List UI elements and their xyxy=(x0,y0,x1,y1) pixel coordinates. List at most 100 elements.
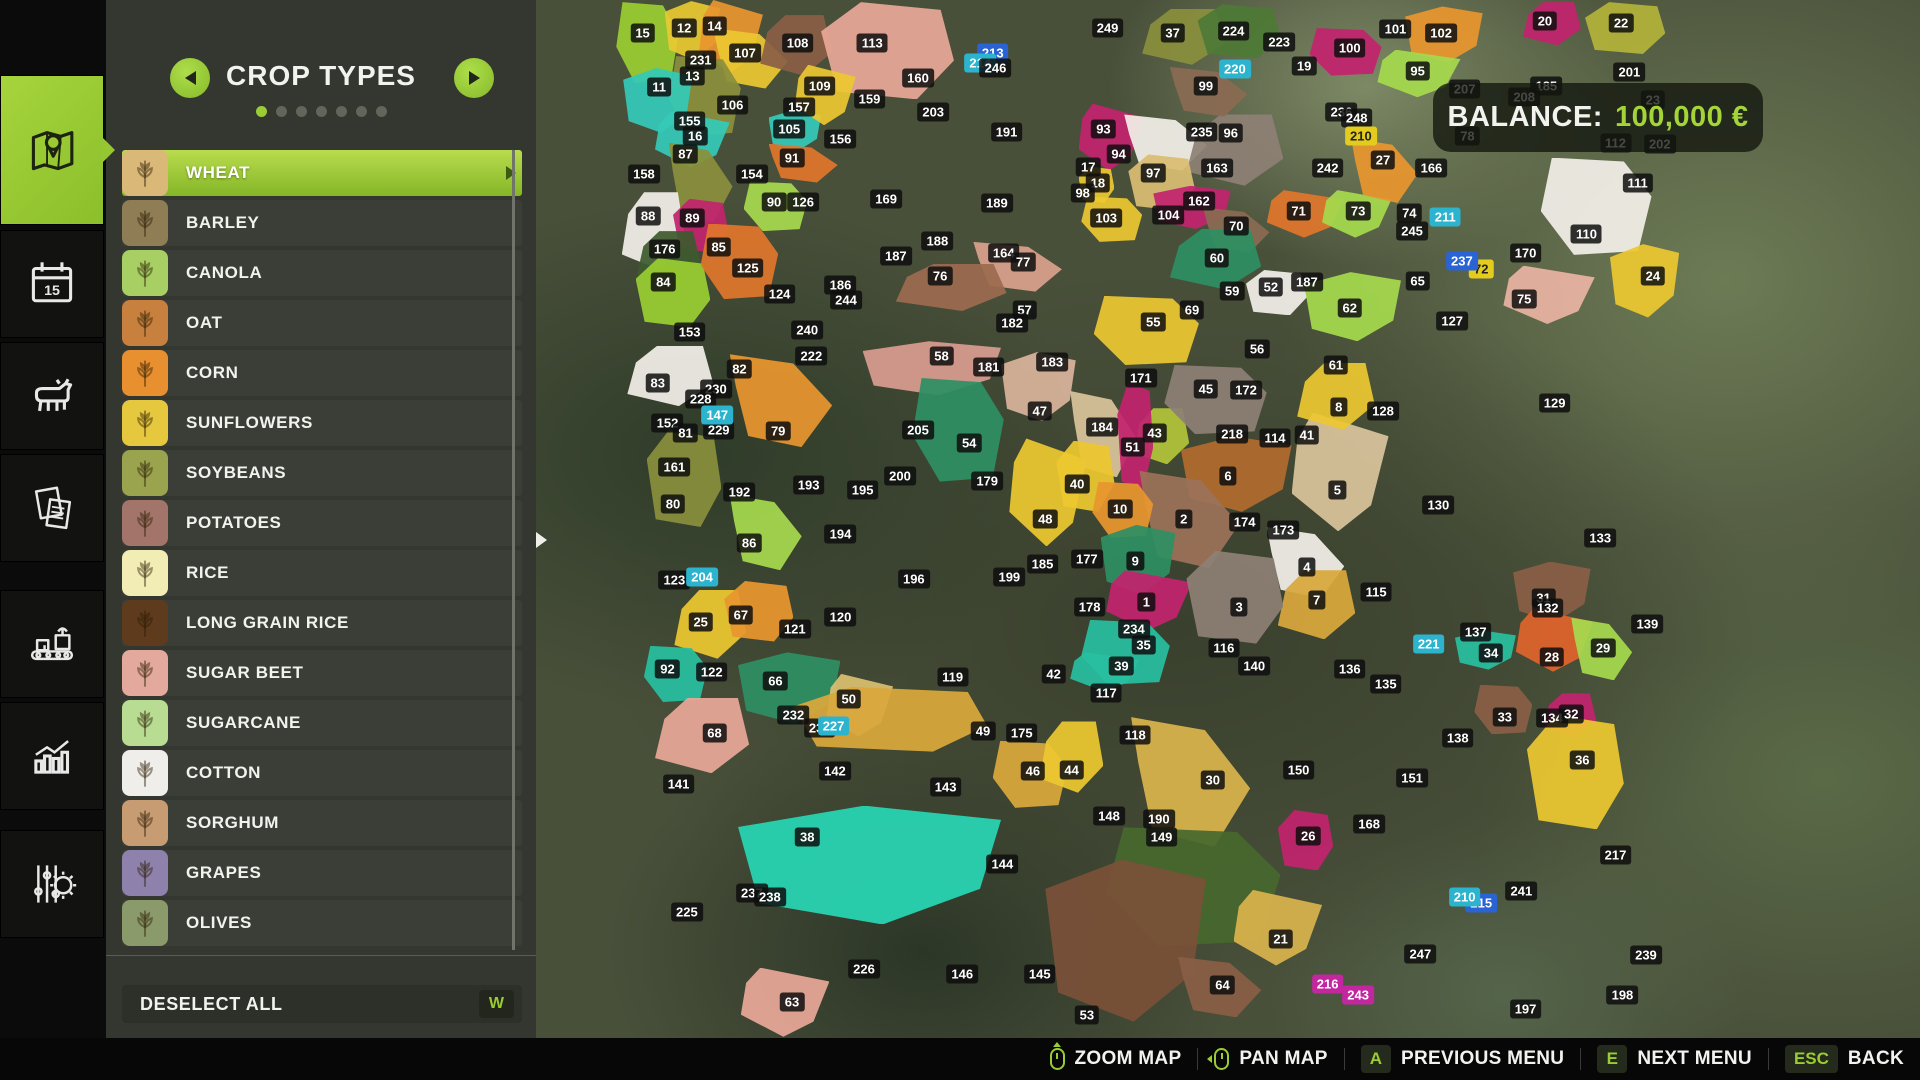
field-number-38[interactable]: 38 xyxy=(795,828,819,847)
crop-row-cotton[interactable]: COTTON xyxy=(122,750,522,796)
field-number-105[interactable]: 105 xyxy=(773,119,805,138)
field-number-184[interactable]: 184 xyxy=(1086,417,1118,436)
field-number-126[interactable]: 126 xyxy=(787,192,819,211)
field-number-158[interactable]: 158 xyxy=(628,164,660,183)
field-number-146[interactable]: 146 xyxy=(946,965,978,984)
field-number-86[interactable]: 86 xyxy=(737,534,761,553)
field-number-64[interactable]: 64 xyxy=(1210,975,1234,994)
field-number-14[interactable]: 14 xyxy=(702,16,726,35)
field-number-60[interactable]: 60 xyxy=(1205,249,1229,268)
crop-row-rice[interactable]: RICE xyxy=(122,550,522,596)
field-number-114[interactable]: 114 xyxy=(1260,429,1291,448)
field-number-106[interactable]: 106 xyxy=(717,95,749,114)
field-number-241[interactable]: 241 xyxy=(1506,882,1538,901)
field-number-99[interactable]: 99 xyxy=(1194,77,1218,96)
field-number-166[interactable]: 166 xyxy=(1416,159,1448,178)
field-number-91[interactable]: 91 xyxy=(780,148,804,167)
field-number-3[interactable]: 3 xyxy=(1230,597,1247,616)
field-number-108[interactable]: 108 xyxy=(782,34,814,53)
field-number-54[interactable]: 54 xyxy=(957,433,981,452)
crop-row-soybeans[interactable]: SOYBEANS xyxy=(122,450,522,496)
page-dot[interactable] xyxy=(376,106,387,117)
field-number-160[interactable]: 160 xyxy=(902,68,934,87)
field-number-163[interactable]: 163 xyxy=(1201,159,1233,178)
field-number-6[interactable]: 6 xyxy=(1219,467,1236,486)
page-dot[interactable] xyxy=(336,106,347,117)
page-dot[interactable] xyxy=(296,106,307,117)
field-number-59[interactable]: 59 xyxy=(1220,281,1244,300)
field-number-61[interactable]: 61 xyxy=(1324,356,1348,375)
field-number-203[interactable]: 203 xyxy=(917,103,949,122)
field-number-19[interactable]: 19 xyxy=(1292,56,1316,75)
field-number-69[interactable]: 69 xyxy=(1180,300,1204,319)
field-number-198[interactable]: 198 xyxy=(1607,985,1639,1004)
field-number-98[interactable]: 98 xyxy=(1070,184,1094,203)
field-number-1[interactable]: 1 xyxy=(1138,592,1155,611)
field-number-48[interactable]: 48 xyxy=(1033,510,1057,529)
field-number-174[interactable]: 174 xyxy=(1229,512,1261,531)
field-number-45[interactable]: 45 xyxy=(1194,379,1218,398)
page-dot[interactable] xyxy=(356,106,367,117)
page-dot[interactable] xyxy=(256,106,267,117)
field-number-5[interactable]: 5 xyxy=(1329,481,1346,500)
field-patch[interactable] xyxy=(1527,715,1624,829)
crop-row-grapes[interactable]: GRAPES xyxy=(122,850,522,896)
field-number-133[interactable]: 133 xyxy=(1584,528,1616,547)
field-number-49[interactable]: 49 xyxy=(971,722,995,741)
field-number-235[interactable]: 235 xyxy=(1186,122,1218,141)
field-number-204[interactable]: 204 xyxy=(686,567,718,586)
field-number-115[interactable]: 115 xyxy=(1361,582,1392,601)
field-number-26[interactable]: 26 xyxy=(1296,826,1320,845)
crop-row-sugarcane[interactable]: SUGARCANE xyxy=(122,700,522,746)
field-number-224[interactable]: 224 xyxy=(1218,22,1250,41)
field-number-188[interactable]: 188 xyxy=(922,231,954,250)
field-patch[interactable] xyxy=(730,495,802,571)
field-number-217[interactable]: 217 xyxy=(1600,846,1632,865)
field-number-245[interactable]: 245 xyxy=(1396,222,1428,241)
field-number-237[interactable]: 237 xyxy=(1446,252,1478,271)
field-number-51[interactable]: 51 xyxy=(1120,438,1144,457)
field-number-221[interactable]: 221 xyxy=(1413,634,1445,653)
field-number-28[interactable]: 28 xyxy=(1540,647,1564,666)
field-number-7[interactable]: 7 xyxy=(1308,591,1325,610)
field-number-226[interactable]: 226 xyxy=(848,959,880,978)
field-number-172[interactable]: 172 xyxy=(1230,380,1262,399)
field-number-144[interactable]: 144 xyxy=(987,855,1019,874)
field-number-75[interactable]: 75 xyxy=(1512,290,1536,309)
field-number-65[interactable]: 65 xyxy=(1405,271,1429,290)
field-number-130[interactable]: 130 xyxy=(1423,496,1455,515)
field-number-183[interactable]: 183 xyxy=(1036,352,1068,371)
field-number-195[interactable]: 195 xyxy=(847,481,879,500)
field-number-104[interactable]: 104 xyxy=(1153,205,1185,224)
crop-row-canola[interactable]: CANOLA xyxy=(122,250,522,296)
crop-row-olives[interactable]: OLIVES xyxy=(122,900,522,946)
field-number-110[interactable]: 110 xyxy=(1571,225,1602,244)
field-number-225[interactable]: 225 xyxy=(671,902,703,921)
field-number-81[interactable]: 81 xyxy=(673,424,697,443)
field-number-10[interactable]: 10 xyxy=(1108,499,1132,518)
field-number-170[interactable]: 170 xyxy=(1510,243,1542,262)
hint-pan-map[interactable]: PAN MAP xyxy=(1214,1048,1327,1070)
field-number-111[interactable]: 111 xyxy=(1623,173,1653,192)
field-number-39[interactable]: 39 xyxy=(1109,657,1133,676)
field-patch[interactable] xyxy=(1045,860,1206,1022)
field-number-205[interactable]: 205 xyxy=(902,420,934,439)
field-number-102[interactable]: 102 xyxy=(1425,24,1457,43)
field-number-122[interactable]: 122 xyxy=(696,662,728,681)
sidebar-item-statistics[interactable] xyxy=(0,702,104,810)
field-number-138[interactable]: 138 xyxy=(1442,728,1474,747)
hint-zoom-map[interactable]: ZOOM MAP xyxy=(1050,1048,1182,1070)
field-number-140[interactable]: 140 xyxy=(1238,657,1270,676)
field-number-13[interactable]: 13 xyxy=(680,66,704,85)
field-number-244[interactable]: 244 xyxy=(830,291,862,310)
hint-next-menu[interactable]: E NEXT MENU xyxy=(1597,1045,1752,1073)
field-number-21[interactable]: 21 xyxy=(1268,929,1292,948)
field-number-247[interactable]: 247 xyxy=(1405,944,1437,963)
field-number-35[interactable]: 35 xyxy=(1131,635,1155,654)
field-number-92[interactable]: 92 xyxy=(655,659,679,678)
field-number-128[interactable]: 128 xyxy=(1367,402,1399,421)
field-number-85[interactable]: 85 xyxy=(706,238,730,257)
field-number-53[interactable]: 53 xyxy=(1075,1006,1099,1025)
field-number-88[interactable]: 88 xyxy=(636,207,660,226)
field-number-119[interactable]: 119 xyxy=(937,668,968,687)
